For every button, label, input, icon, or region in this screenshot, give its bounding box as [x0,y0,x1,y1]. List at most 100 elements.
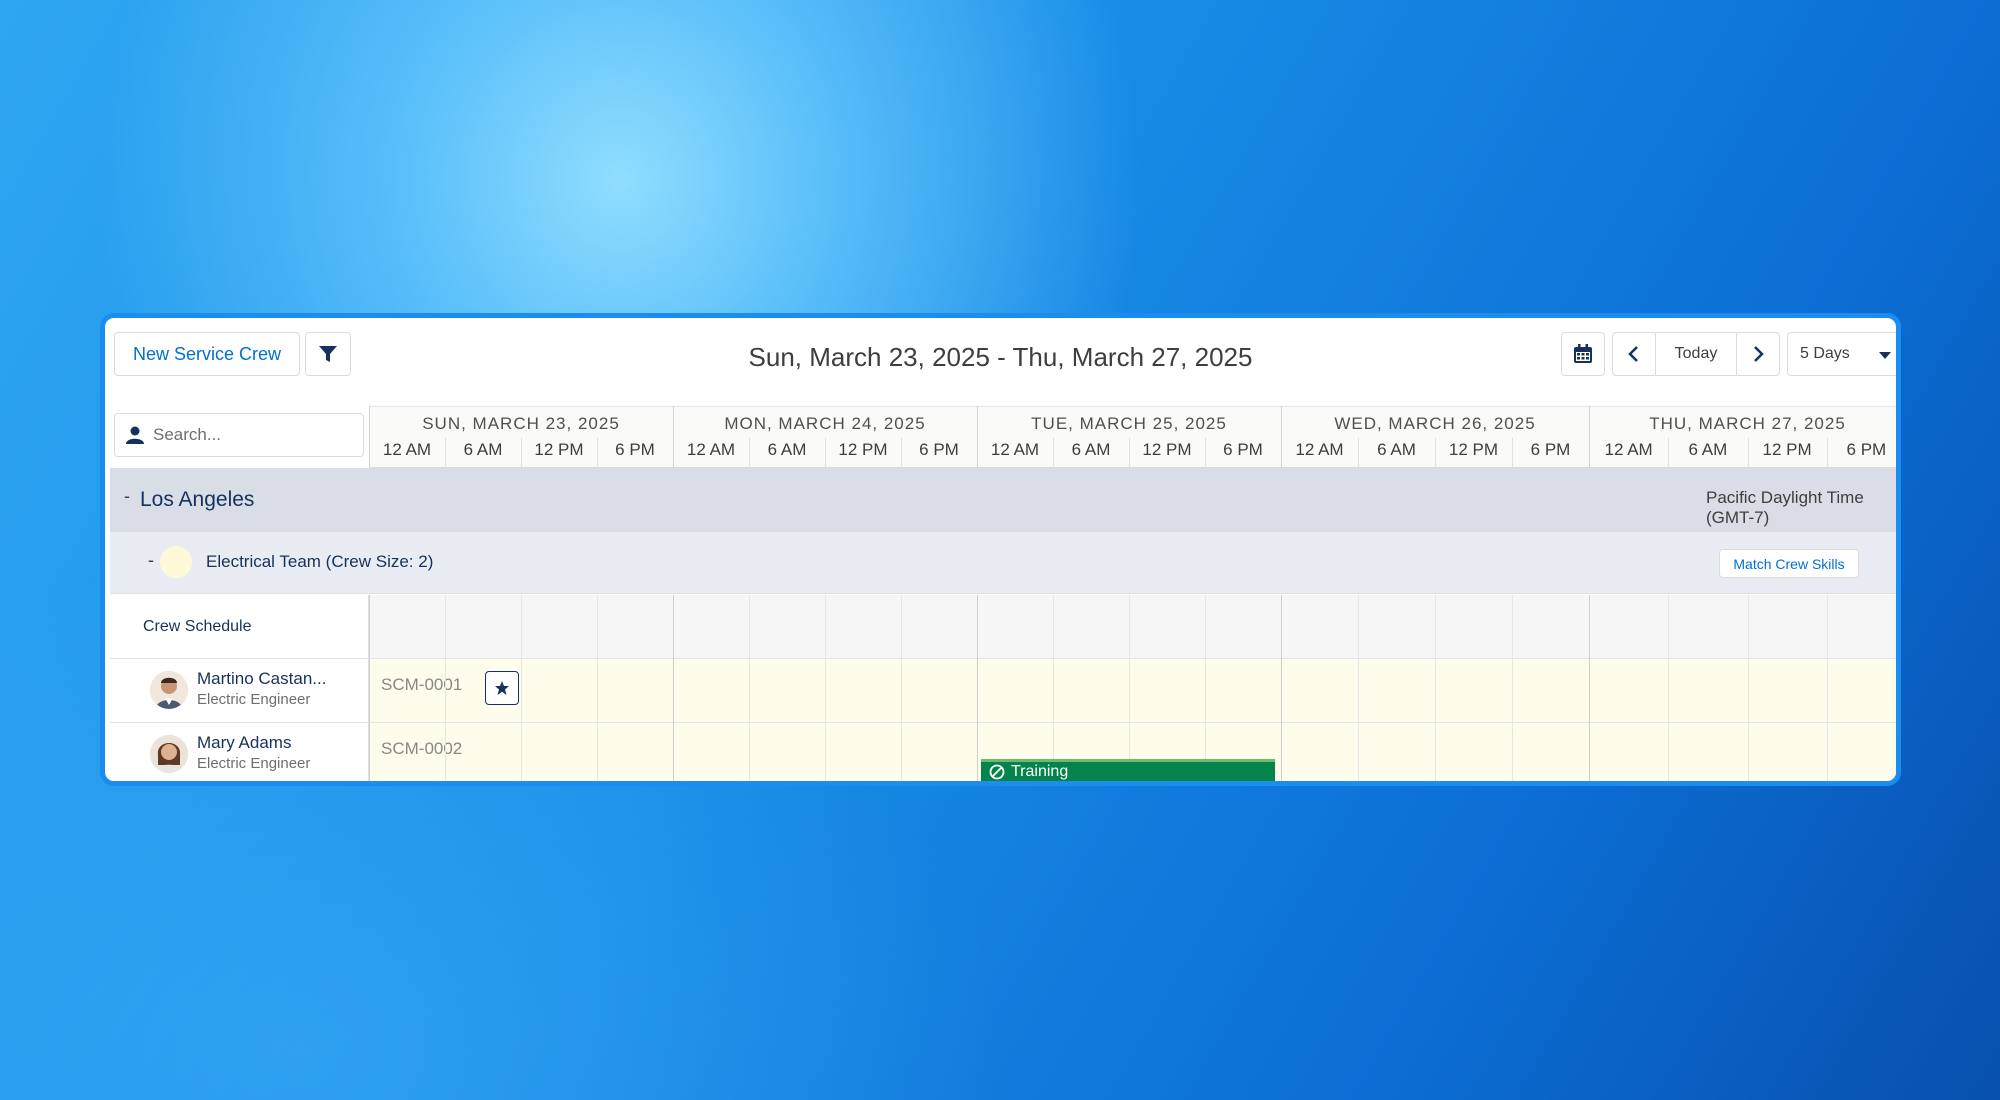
today-button[interactable]: Today [1655,332,1737,376]
hour-gridline [597,438,598,468]
hour-label: 12 AM [382,440,432,459]
day-separator [369,406,370,468]
hour-gridline [1129,595,1130,781]
view-range-label: 5 Days [1800,345,1850,362]
hour-gridline [1358,595,1359,781]
hour-gridline [597,595,598,781]
blocked-icon [989,764,1005,779]
member-row-label-0[interactable]: Martino Castan... Electric Engineer [110,659,369,723]
team-avatar [160,546,192,578]
member-row-label-1[interactable]: Mary Adams Electric Engineer [110,723,369,781]
hour-label: 6 AM [1377,440,1416,459]
star-badge[interactable] [485,671,519,705]
member-role-1: Electric Engineer [197,755,311,772]
hour-label: 6 PM [919,440,959,459]
hour-label: 12 PM [534,440,584,459]
hour-gridline [521,438,522,468]
training-event[interactable]: Training [981,759,1275,781]
search-input[interactable]: Search... [153,425,221,445]
hour-gridline [1512,595,1513,781]
hour-gridline [1668,438,1670,468]
hour-gridline [445,438,446,468]
hour-label: 12 PM [1142,440,1192,459]
hour-gridline [1053,595,1054,781]
day-separator [1589,406,1590,468]
resource-search[interactable]: Search... [114,413,364,457]
hour-gridline [521,595,522,781]
hour-label: 12 PM [1448,440,1499,459]
avatar-martino [150,671,188,709]
hour-gridline [1826,595,1828,781]
team-name: Electrical Team (Crew Size: 2) [206,552,434,571]
training-event-label: Training [1011,762,1069,780]
hour-label: 12 AM [686,440,736,459]
avatar-mary [150,735,188,773]
hour-label: 12 AM [990,440,1040,459]
hour-gridline [1205,595,1206,781]
hour-gridline [1512,438,1513,468]
hour-label: 6 AM [1071,440,1111,459]
hour-label: 6 PM [1223,440,1263,459]
hour-label: 12 AM [1604,440,1653,459]
member-code-0: SCM-0001 [381,675,463,694]
hour-gridline [1129,438,1130,468]
member-code-1: SCM-0002 [381,739,463,758]
hour-label: 6 PM [1530,440,1571,459]
match-crew-skills-label: Match Crew Skills [1733,555,1845,572]
member-role-0: Electric Engineer [197,691,311,708]
hour-gridline [749,438,750,468]
team-row-electrical[interactable]: - Electrical Team (Crew Size: 2) Match C… [110,532,1896,594]
hour-label: 12 PM [838,440,888,459]
region-collapse-toggle[interactable]: - [124,486,130,507]
day-separator [673,595,674,781]
previous-button[interactable] [1612,332,1656,376]
hour-gridline [901,438,902,468]
hour-gridline [1435,438,1436,468]
hour-label: 6 AM [463,440,503,459]
view-range-select[interactable]: 5 Days [1787,332,1896,376]
hour-label: 12 AM [1295,440,1344,459]
day-header-2: TUE, MARCH 25, 2025 [1031,414,1227,433]
caret-down-icon [1879,352,1891,359]
day-separator [1281,406,1282,468]
region-timezone: Pacific Daylight Time (GMT-7) [1706,488,1864,527]
hour-gridline [1358,438,1359,468]
hour-gridline [1747,438,1749,468]
member-name-1: Mary Adams [197,733,292,752]
hour-gridline [1435,595,1436,781]
hour-gridline [825,595,826,781]
day-header-0: SUN, MARCH 23, 2025 [422,414,620,433]
user-icon [126,426,144,444]
hour-label: 6 PM [1846,440,1887,459]
next-button[interactable] [1736,332,1780,376]
region-row-los-angeles[interactable]: - Los Angeles Pacific Daylight Time (GMT… [110,468,1896,532]
crew-schedule-label: Crew Schedule [143,618,252,635]
hour-gridline [1668,595,1670,781]
hour-gridline [1205,438,1206,468]
hour-gridline [749,595,750,781]
hour-label: 12 PM [1762,440,1812,459]
scheduler-window: New Service Crew Sun, March 23, 2025 - T… [100,313,1901,786]
hour-label: 6 PM [615,440,655,459]
day-header-1: MON, MARCH 24, 2025 [724,414,926,433]
team-collapse-toggle[interactable]: - [148,550,154,571]
hour-gridline [1826,438,1828,468]
member-name-0: Martino Castan... [197,669,327,688]
day-separator [1589,595,1590,781]
member-lane-0[interactable]: SCM-0001 [369,659,1896,723]
calendar-button[interactable] [1561,332,1605,376]
calendar-icon [1574,344,1592,363]
match-crew-skills-button[interactable]: Match Crew Skills [1719,549,1859,578]
day-separator [1281,595,1282,781]
hour-gridline [825,438,826,468]
day-separator [977,595,978,781]
day-separator [369,595,370,781]
region-name: Los Angeles [140,488,255,511]
hour-gridline [901,595,902,781]
chevron-right-icon [1754,346,1764,362]
hour-label: 6 AM [767,440,807,459]
day-separator [977,406,978,468]
crew-schedule-lane[interactable] [369,595,1896,659]
star-icon [495,681,509,695]
day-header-4: THU, MARCH 27, 2025 [1649,414,1846,433]
